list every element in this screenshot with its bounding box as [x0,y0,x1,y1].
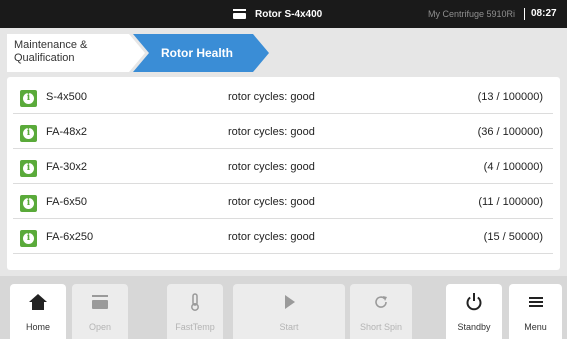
play-icon [285,295,295,309]
short-spin-button[interactable]: Short Spin [350,284,412,339]
breadcrumb-rotor-health-label: Rotor Health [161,46,233,60]
rotor-name: FA-30x2 [46,161,87,173]
rotor-health-list: i S-4x500 rotor cycles: good (13 / 10000… [7,77,560,270]
info-icon: i [20,160,37,177]
lid-open-icon [92,295,108,309]
rotor-name: FA-6x250 [46,231,94,243]
home-label: Home [25,322,50,332]
info-icon: i [20,195,37,212]
breadcrumb-rotor-health: Rotor Health [133,34,269,72]
open-button[interactable]: Open [72,284,128,339]
rotor-cycles: (11 / 100000) [478,196,543,208]
list-item[interactable]: i S-4x500 rotor cycles: good (13 / 10000… [13,81,553,114]
rotor-status: rotor cycles: good [228,126,315,138]
start-button[interactable]: Start [233,284,345,339]
breadcrumb-maintenance-label: Maintenance & Qualification [14,39,88,64]
menu-button[interactable]: Menu [509,284,562,339]
list-item[interactable]: i FA-48x2 rotor cycles: good (36 / 10000… [13,116,553,149]
bottom-toolbar: Home Open FastTemp Start Short Spin Stan… [0,276,567,339]
home-button[interactable]: Home [10,284,66,339]
list-item[interactable]: i FA-30x2 rotor cycles: good (4 / 100000… [13,151,553,184]
rotor-cycles: (13 / 100000) [477,91,543,103]
rotor-cycles: (15 / 50000) [483,231,543,243]
current-rotor-label: Rotor S-4x400 [255,8,323,20]
breadcrumb: Maintenance & Qualification Rotor Health [7,34,277,72]
standby-button[interactable]: Standby [446,284,502,339]
list-item[interactable]: i FA-6x50 rotor cycles: good (11 / 10000… [13,186,553,219]
info-icon: i [20,90,37,107]
current-rotor: Rotor S-4x400 [233,0,322,28]
hamburger-menu-icon [528,297,543,307]
short-spin-icon [375,296,387,308]
rotor-name: S-4x500 [46,91,87,103]
start-label: Start [279,322,299,332]
fasttemp-label: FastTemp [175,322,215,332]
info-icon: i [20,230,37,247]
breadcrumb-maintenance[interactable]: Maintenance & Qualification [7,34,145,72]
clock: 08:27 [531,8,557,19]
rotor-status: rotor cycles: good [228,231,315,243]
rotor-cycles: (36 / 100000) [477,126,543,138]
rotor-status: rotor cycles: good [228,196,315,208]
fasttemp-button[interactable]: FastTemp [167,284,223,339]
rotor-name: FA-48x2 [46,126,87,138]
menu-label: Menu [524,322,547,332]
list-item[interactable]: i FA-6x250 rotor cycles: good (15 / 5000… [13,221,553,254]
home-icon [29,294,47,310]
rotor-status: rotor cycles: good [228,91,315,103]
status-divider [524,8,525,20]
rotor-cycles: (4 / 100000) [483,161,543,173]
rotor-name: FA-6x50 [46,196,87,208]
thermometer-icon [191,293,199,311]
status-bar: Rotor S-4x400 My Centrifuge 5910Ri 08:27 [0,0,567,28]
open-label: Open [88,322,112,332]
rotor-status: rotor cycles: good [228,161,315,173]
device-name: My Centrifuge 5910Ri [428,9,516,19]
short-spin-label: Short Spin [359,322,403,332]
standby-label: Standby [457,322,491,332]
power-icon [466,293,482,311]
rotor-icon [233,9,246,19]
info-icon: i [20,125,37,142]
